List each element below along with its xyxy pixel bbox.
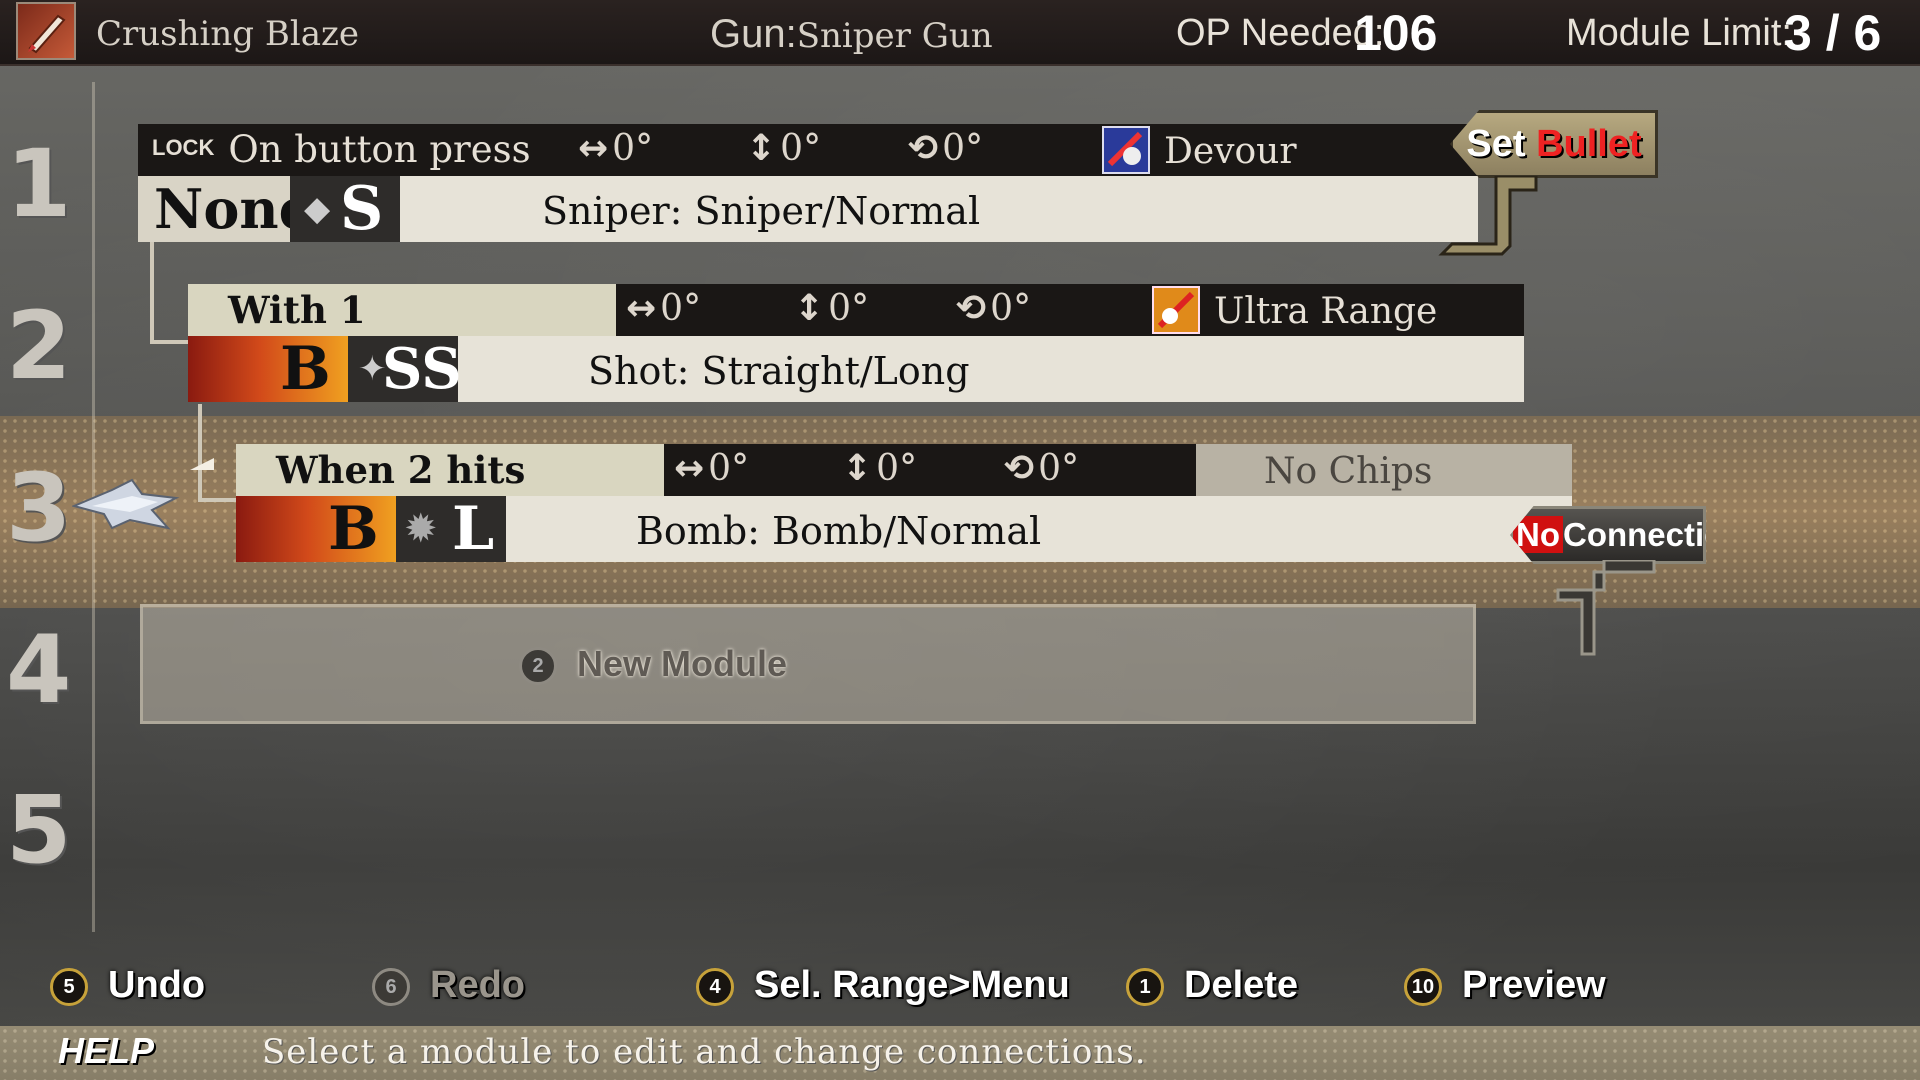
help-label: HELP [58,1030,155,1071]
button-6-icon: 6 [372,968,410,1006]
horizontal-arrow-icon: ↔ [674,448,705,489]
bullet-type-label: Shot: Straight/Long [588,349,970,393]
horizontal-arrow-icon: ↔ [626,288,657,329]
ultra-range-chip-icon [1152,286,1200,334]
help-text: Select a module to edit and change conne… [262,1032,1147,1072]
new-module-slot[interactable]: 2 New Module [140,604,1476,724]
trigger-on-button-press[interactable]: LOCK On button press [138,124,568,176]
module-1[interactable]: LOCK On button press ↔ 0° ↕ 0° ⟲ 0° Devour N… [138,124,1478,242]
button-5-icon: 5 [50,968,88,1006]
button-2-icon: 2 [519,647,557,685]
size-label: S [340,174,384,244]
trigger-with-1[interactable]: With 1 [188,284,616,336]
vertical-angle[interactable]: ↕ 0° [794,288,869,329]
vertical-angle[interactable]: ↕ 0° [746,128,821,169]
delete-control[interactable]: 1 Delete [1126,964,1298,1006]
rotate-icon: ⟲ [908,128,939,169]
module-3[interactable]: When 2 hits ↔ 0° ↕ 0° ⟲ 0° No Chips B ✹ L B… [236,444,1572,562]
new-module-label: New Module [577,643,788,684]
redo-control[interactable]: 6 Redo [372,964,525,1006]
horizontal-angle[interactable]: ↔ 0° [626,288,701,329]
delete-label: Delete [1184,964,1299,1006]
undo-control[interactable]: 5 Undo [50,964,205,1006]
no-connection-button[interactable]: NoConnection [1510,506,1706,564]
size-label: L [452,494,495,564]
trigger-label: On button press [228,128,531,171]
rotation-angle-value: 0° [942,128,984,169]
vertical-angle-value: 0° [828,288,870,329]
select-range-label: Sel. Range>Menu [754,964,1070,1006]
module-2[interactable]: With 1 ↔ 0° ↕ 0° ⟲ 0° Ultra Range B ✦ SS Sh… [188,284,1524,402]
set-bullet-part1: Set [1466,123,1537,165]
set-bullet-bracket [1438,176,1538,256]
horizontal-angle[interactable]: ↔ 0° [578,128,653,169]
rotation-angle[interactable]: ⟲ 0° [956,288,1031,329]
horizontal-angle-value: 0° [612,128,654,169]
bullet-type-label: Bomb: Bomb/Normal [636,509,1042,553]
trigger-when-2-hits[interactable]: When 2 hits [236,444,664,496]
chip-slot[interactable]: Devour [1098,124,1478,176]
diamond-icon: ◆ [304,189,331,229]
vertical-angle[interactable]: ↕ 0° [842,448,917,489]
element-box: B [188,336,348,402]
module-details[interactable]: B ✦ SS Shot: Straight/Long [188,336,1524,402]
bullet-type-label: Sniper: Sniper/Normal [542,189,981,233]
rotate-icon: ⟲ [956,288,987,329]
size-box: ✦ SS [348,336,462,402]
chip-name: Devour [1164,131,1297,172]
set-bullet-part2: Bullet [1536,123,1642,165]
angle-settings[interactable]: ↔ 0° ↕ 0° ⟲ 0° [568,124,1098,176]
gear-icon: ✹ [404,506,438,552]
size-box: ◆ S [290,176,400,242]
chip-name: Ultra Range [1214,291,1438,332]
rotate-icon: ⟲ [1004,448,1035,489]
size-label: SS [382,336,462,402]
element-box: None [138,176,313,242]
element-label: B [280,334,331,404]
vertical-arrow-icon: ↕ [842,448,873,489]
module-details[interactable]: B ✹ L Bomb: Bomb/Normal [236,496,1572,562]
help-bar: HELP Select a module to edit and change … [0,1026,1920,1080]
horizontal-angle[interactable]: ↔ 0° [674,448,749,489]
set-bullet-button[interactable]: Set Bullet [1450,110,1658,178]
undo-label: Undo [108,964,206,1006]
button-4-icon: 4 [696,968,734,1006]
rotation-angle[interactable]: ⟲ 0° [908,128,983,169]
horizontal-arrow-icon: ↔ [578,128,609,169]
redo-label: Redo [430,964,525,1006]
rotation-angle[interactable]: ⟲ 0° [1004,448,1079,489]
element-box: B [236,496,396,562]
size-box: ✹ L [396,496,506,562]
vertical-arrow-icon: ↕ [746,128,777,169]
preview-label: Preview [1462,964,1606,1006]
chip-name: No Chips [1264,451,1433,492]
lock-label: LOCK [152,135,215,160]
horizontal-angle-value: 0° [708,448,750,489]
button-1-icon: 1 [1126,968,1164,1006]
vertical-angle-value: 0° [780,128,822,169]
preview-control[interactable]: 10 Preview [1404,964,1606,1006]
angle-settings[interactable]: ↔ 0° ↕ 0° ⟲ 0° [616,284,1148,336]
vertical-angle-value: 0° [876,448,918,489]
module-details[interactable]: None ◆ S Sniper: Sniper/Normal [138,176,1478,242]
vertical-arrow-icon: ↕ [794,288,825,329]
element-label: B [328,494,379,564]
horizontal-angle-value: 0° [660,288,702,329]
button-10-icon: 10 [1404,968,1442,1006]
chip-slot[interactable]: No Chips [1196,444,1572,496]
rotation-angle-value: 0° [1038,448,1080,489]
chip-slot[interactable]: Ultra Range [1148,284,1524,336]
angle-settings[interactable]: ↔ 0° ↕ 0° ⟲ 0° [664,444,1196,496]
devour-chip-icon [1102,126,1150,174]
rotation-angle-value: 0° [990,288,1032,329]
select-range-control[interactable]: 4 Sel. Range>Menu [696,964,1070,1006]
no-connection-bracket [1556,560,1656,656]
